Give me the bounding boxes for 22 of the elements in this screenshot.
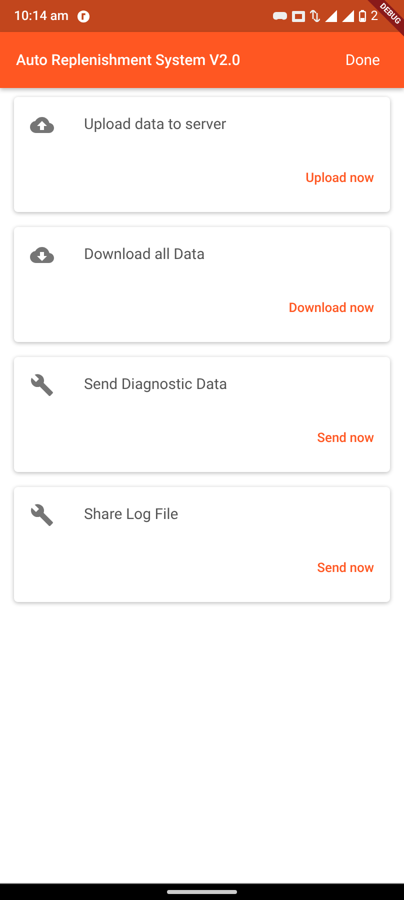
card-title: Send Diagnostic Data — [84, 375, 228, 393]
card-action-button[interactable]: Upload now — [306, 171, 374, 186]
network-icon — [292, 10, 305, 22]
wrench-icon — [30, 503, 54, 527]
status-time: 10:14 am — [14, 8, 69, 24]
home-handle[interactable] — [167, 890, 237, 894]
card-action-button[interactable]: Download now — [288, 301, 374, 316]
card-title: Upload data to server — [84, 115, 226, 133]
battery-icon — [358, 10, 366, 22]
card-title: Download all Data — [84, 245, 205, 263]
gamepad-icon — [272, 11, 287, 21]
data-arrows-icon — [310, 10, 320, 22]
app-notification-icon — [76, 10, 90, 22]
app-title: Auto Replenishment System V2.0 — [16, 51, 242, 69]
card-action-button[interactable]: Send now — [317, 561, 374, 576]
card-title: Share Log File — [84, 505, 178, 523]
signal-icon — [342, 10, 354, 22]
done-button[interactable]: Done — [345, 51, 380, 69]
signal-icon — [324, 10, 337, 22]
card-action-button[interactable]: Send now — [317, 431, 374, 446]
battery-percent: 2 — [370, 8, 378, 24]
wrench-icon — [30, 373, 54, 397]
